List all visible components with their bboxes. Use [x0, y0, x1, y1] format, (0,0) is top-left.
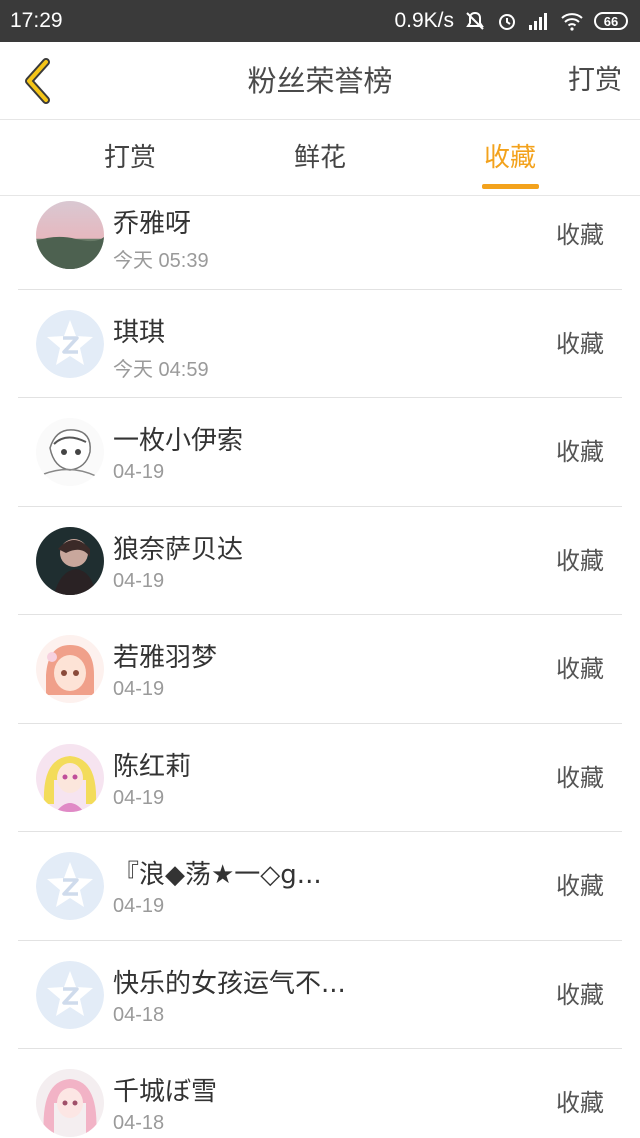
user-name: 狼奈萨贝达	[113, 534, 244, 565]
net-speed: 0.9K/s	[394, 9, 454, 32]
avatar	[36, 526, 104, 595]
item-action-label: 收藏	[556, 763, 604, 792]
avatar	[36, 635, 104, 703]
user-name: 『浪◆荡★一◇g...	[113, 860, 322, 890]
default-qq-icon	[36, 309, 104, 378]
header: 粉丝荣誉榜 打赏	[0, 42, 640, 120]
item-action-label: 收藏	[556, 872, 604, 900]
list-item[interactable]: 琪琪 今天 04:59 收藏	[18, 290, 622, 398]
item-action-label: 收藏	[556, 438, 604, 466]
item-action-label: 收藏	[556, 655, 604, 683]
status-time: 17:29	[10, 9, 63, 32]
timestamp: 04-19	[113, 569, 165, 592]
user-name: 千城ぼ雪	[113, 1077, 218, 1107]
wifi-icon	[560, 11, 584, 31]
list-item[interactable]: 千城ぼ雪 04-18 收藏	[18, 1049, 622, 1138]
timestamp: 04-18	[113, 1112, 165, 1134]
avatar	[36, 201, 104, 269]
timestamp: 04-19	[113, 786, 165, 809]
status-icons: 0.9K/s 66	[394, 9, 628, 33]
item-action-label: 收藏	[556, 546, 604, 575]
timestamp: 今天 05:39	[113, 250, 209, 272]
chevron-left-icon	[25, 58, 50, 104]
signal-icon	[528, 11, 550, 31]
user-name: 若雅羽梦	[113, 643, 218, 673]
list-item[interactable]: 狼奈萨贝达 04-19 收藏	[18, 507, 622, 615]
page-title: 粉丝荣誉榜	[247, 64, 393, 98]
item-action-label: 收藏	[556, 980, 604, 1009]
default-qq-icon	[36, 960, 104, 1029]
list-item[interactable]: 一枚小伊索 04-19 收藏	[18, 398, 622, 507]
timestamp: 04-19	[113, 895, 165, 917]
avatar	[36, 1069, 104, 1137]
mute-icon	[464, 10, 486, 32]
reward-button[interactable]: 打赏	[568, 42, 622, 120]
list-item[interactable]: 若雅羽梦 04-19 收藏	[18, 615, 622, 724]
timestamp: 04-19	[113, 678, 165, 700]
list-item[interactable]: 快乐的女孩运气不... 04-18 收藏	[18, 941, 622, 1049]
item-action-label: 收藏	[556, 329, 604, 358]
list-item[interactable]: 『浪◆荡★一◇g... 04-19 收藏	[18, 832, 622, 941]
timestamp: 04-19	[113, 461, 165, 483]
alarm-icon	[496, 10, 518, 32]
user-name: 琪琪	[113, 317, 166, 348]
user-name: 快乐的女孩运气不...	[113, 968, 346, 999]
default-qq-icon	[36, 852, 104, 920]
avatar	[36, 418, 104, 486]
item-action-label: 收藏	[556, 1089, 604, 1117]
fan-list[interactable]: 乔雅呀 今天 05:39 收藏 琪琪 今天 04:59 收藏 一枚小伊索 04-…	[18, 181, 622, 1138]
list-item[interactable]: 乔雅呀 今天 05:39 收藏	[18, 181, 622, 290]
item-action-label: 收藏	[556, 221, 604, 249]
back-button[interactable]	[12, 52, 62, 110]
user-name: 陈红莉	[113, 751, 192, 782]
battery-icon: 66	[594, 12, 628, 30]
timestamp: 04-18	[113, 1003, 165, 1026]
avatar	[36, 743, 104, 812]
list-item[interactable]: 陈红莉 04-19 收藏	[18, 724, 622, 832]
user-name: 一枚小伊索	[113, 426, 244, 456]
timestamp: 今天 04:59	[113, 358, 209, 381]
user-name: 乔雅呀	[113, 209, 192, 239]
status-bar: 17:29 0.9K/s 66	[0, 0, 640, 42]
